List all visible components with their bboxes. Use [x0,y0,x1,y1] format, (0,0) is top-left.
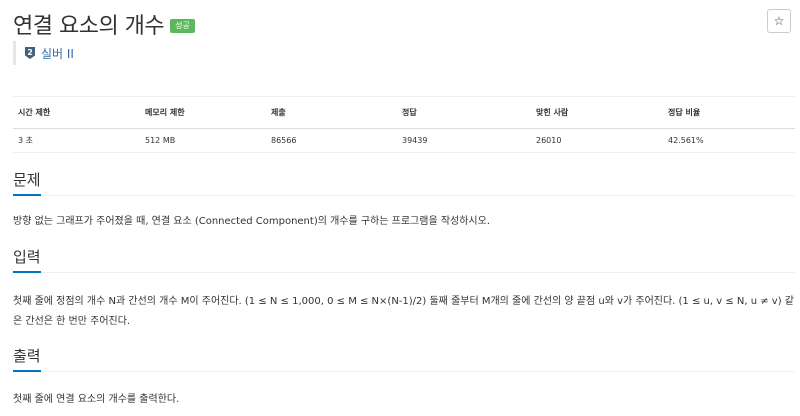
submissions-header: 제출 [266,96,397,129]
accepted-header: 정답 [397,96,531,129]
star-icon: ☆ [773,14,785,28]
accepted-value: 39439 [397,128,531,153]
output-section-header: 출력 [13,346,795,372]
solved-users-header: 맞힌 사람 [531,96,663,129]
description-body: 방향 없는 그래프가 주어졌을 때, 연결 요소 (Connected Comp… [13,216,491,227]
memory-limit-value: 512 MB [140,128,266,153]
star-button[interactable]: ☆ [767,9,791,33]
time-limit-value: 3 초 [13,128,140,153]
result-badge[interactable]: 성공 [170,19,195,33]
accept-ratio-value: 42.561% [663,128,795,153]
problem-title: 연결 요소의 개수 [13,14,165,39]
memory-limit-header: 메모리 제한 [140,96,266,129]
description-title: 문제 [13,170,41,196]
submissions-value: 86566 [266,128,397,153]
problem-info-table: 시간 제한 메모리 제한 제출 정답 맞힌 사람 정답 비율 3 초 512 M… [13,96,795,153]
input-title: 입력 [13,247,41,273]
info-header-row: 시간 제한 메모리 제한 제출 정답 맞힌 사람 정답 비율 [13,96,795,129]
description-section-header: 문제 [13,170,795,196]
input-section-header: 입력 [13,247,795,273]
time-limit-header: 시간 제한 [13,96,140,129]
problem-tier: 2 실버 II [13,41,74,65]
accept-ratio-header: 정답 비율 [663,96,795,129]
silver-2-tier-icon: 2 [25,47,35,59]
output-body: 첫째 줄에 연결 요소의 개수를 출력한다. [13,394,180,405]
svg-text:2: 2 [27,48,33,57]
tier-label[interactable]: 실버 II [41,45,74,62]
input-body: 첫째 줄에 정점의 개수 N과 간선의 개수 M이 주어진다. (1 ≤ N ≤… [13,296,794,327]
info-value-row: 3 초 512 MB 86566 39439 26010 42.561% [13,128,795,153]
output-title: 출력 [13,346,41,372]
problem-header: 연결 요소의 개수 성공 [13,8,195,40]
solved-users-value: 26010 [531,128,663,153]
